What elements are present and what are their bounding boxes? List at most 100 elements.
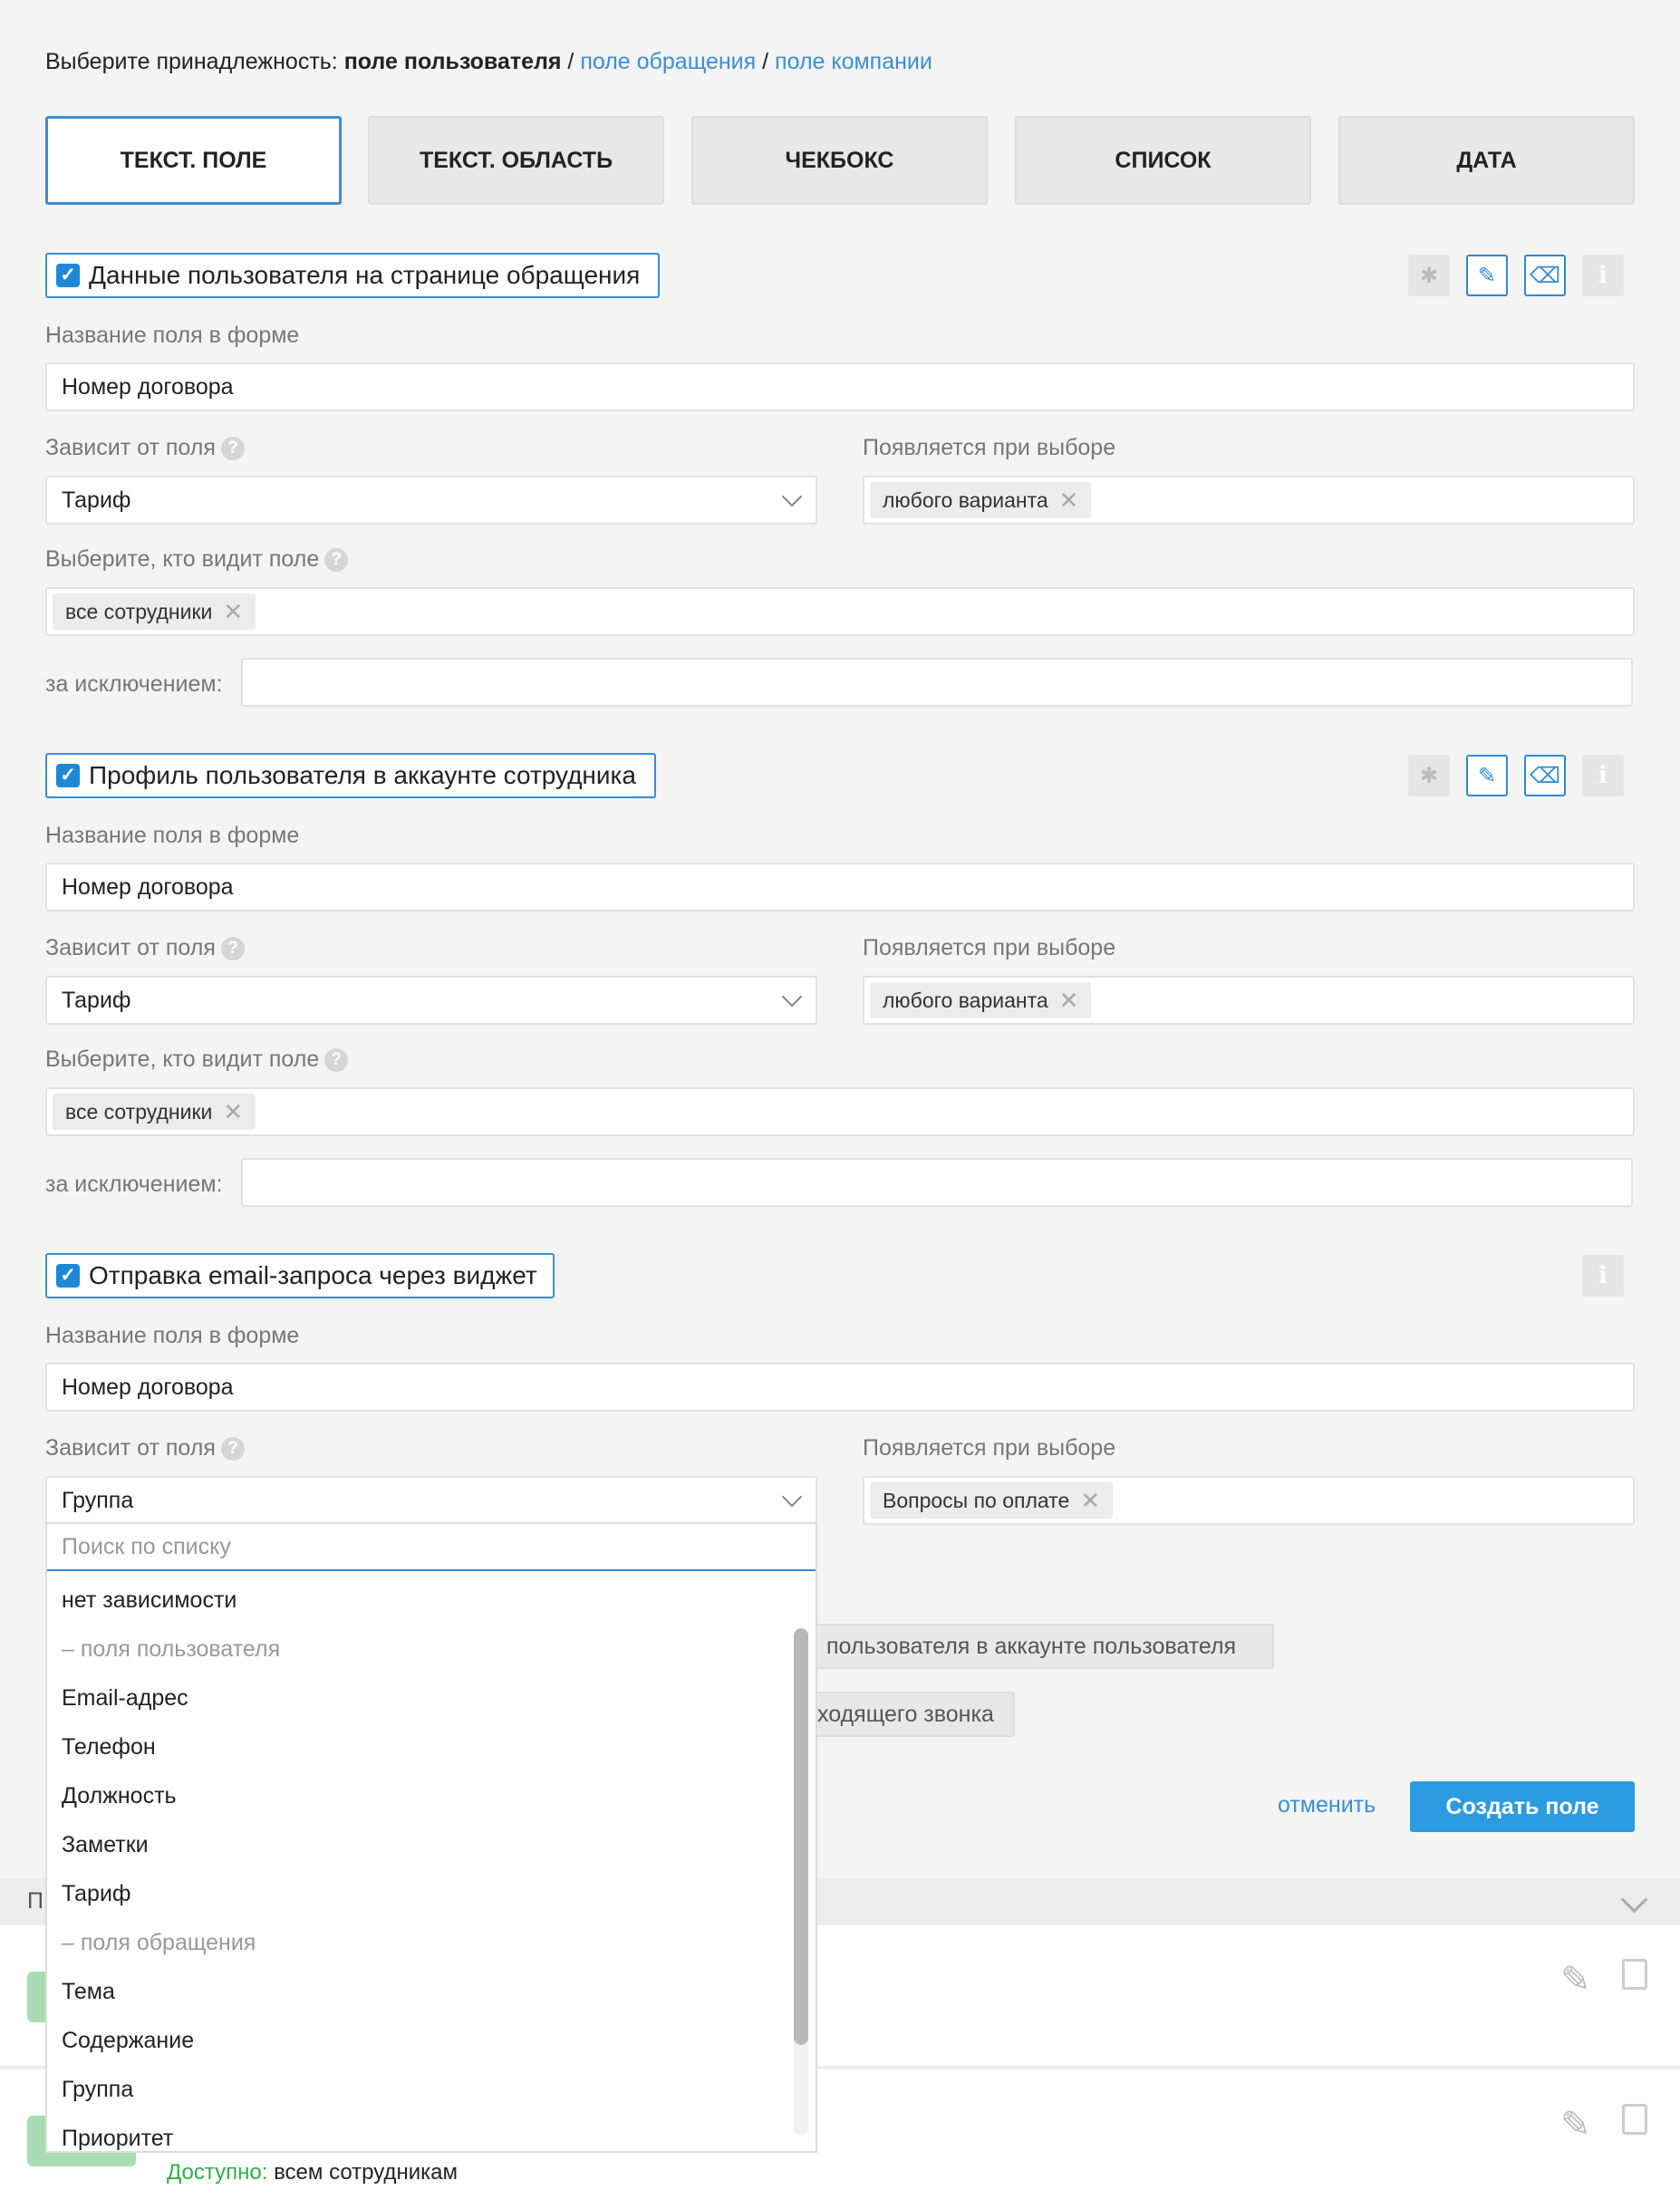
field-name-value: Номер договора xyxy=(62,373,234,400)
dropdown-item[interactable]: Телефон xyxy=(62,1734,156,1760)
separator: / xyxy=(756,49,776,74)
tab-date[interactable]: ДАТА xyxy=(1338,116,1635,205)
checkbox-checked-icon: ✓ xyxy=(56,264,80,287)
dropdown-item[interactable]: Заметки xyxy=(62,1832,149,1858)
dropdown-item[interactable]: Email-адрес xyxy=(62,1685,188,1712)
field-name-value: Номер договора xyxy=(62,873,234,900)
tag-label: все сотрудники xyxy=(65,1099,213,1124)
dropdown-item[interactable]: Группа xyxy=(62,2077,133,2103)
tag-label: любого варианта xyxy=(883,988,1048,1012)
remove-tag-icon[interactable]: ✕ xyxy=(1059,487,1079,515)
dropdown-item[interactable]: Тариф xyxy=(62,1881,131,1907)
cancel-link[interactable]: отменить xyxy=(1278,1792,1376,1818)
trash-icon[interactable] xyxy=(1622,2104,1647,2135)
who-tag-input[interactable]: все сотрудники ✕ xyxy=(45,1087,1635,1136)
depends-value: Группа xyxy=(62,1487,134,1513)
dropdown-group-header: – поля пользователя xyxy=(62,1636,281,1662)
help-icon[interactable]: ? xyxy=(220,1437,245,1461)
appears-tag-input[interactable]: любого варианта ✕ xyxy=(863,976,1635,1025)
except-label: за исключением: xyxy=(45,671,223,697)
create-field-button[interactable]: Создать поле xyxy=(1410,1781,1635,1832)
dropdown-item[interactable]: нет зависимости xyxy=(62,1587,237,1614)
search-input[interactable]: Поиск по списку xyxy=(47,1524,816,1571)
depends-label: Зависит от поля? xyxy=(45,935,245,961)
depends-select[interactable]: Тариф xyxy=(45,476,817,525)
list-header-initial: П xyxy=(27,1888,43,1914)
except-input[interactable] xyxy=(241,658,1633,707)
section-checkbox-ticket-page[interactable]: ✓ Данные пользователя на странице обраще… xyxy=(45,253,660,298)
info-icon[interactable]: i xyxy=(1582,755,1624,796)
field-name-input[interactable]: Номер договора xyxy=(45,1363,1635,1412)
field-name-label: Название поля в форме xyxy=(45,823,300,848)
belonging-link-company[interactable]: поле компании xyxy=(775,49,932,74)
tag-label: Вопросы по оплате xyxy=(883,1488,1070,1512)
who-tag: все сотрудники ✕ xyxy=(53,1094,256,1130)
who-label-text: Выберите, кто видит поле xyxy=(45,546,320,572)
tab-list[interactable]: СПИСОК xyxy=(1015,116,1311,205)
chip-label: ходящего звонка xyxy=(817,1701,994,1727)
remove-tag-icon[interactable]: ✕ xyxy=(223,598,243,626)
available-label: Доступно: xyxy=(167,2160,268,2185)
depends-select[interactable]: Тариф xyxy=(45,976,817,1025)
edit-icon[interactable]: ✎ xyxy=(1560,2104,1591,2146)
who-tag: все сотрудники ✕ xyxy=(53,593,256,630)
tab-label: ЧЕКБОКС xyxy=(785,147,894,173)
appears-tag-input[interactable]: Вопросы по оплате ✕ xyxy=(863,1476,1635,1525)
info-icon[interactable]: i xyxy=(1582,255,1624,296)
section-title: Данные пользователя на странице обращени… xyxy=(89,261,641,289)
remove-tag-icon[interactable]: ✕ xyxy=(223,1098,243,1126)
who-tag-input[interactable]: все сотрудники ✕ xyxy=(45,587,1635,636)
depends-label: Зависит от поля? xyxy=(45,435,245,461)
except-input[interactable] xyxy=(241,1158,1633,1207)
section-checkbox-agent-profile[interactable]: ✓ Профиль пользователя в аккаунте сотруд… xyxy=(45,753,656,798)
dropdown-item[interactable]: Приоритет xyxy=(62,2126,173,2151)
chevron-down-icon xyxy=(781,486,803,507)
edit-pencil-button[interactable]: ✎ xyxy=(1466,255,1508,296)
dropdown-item[interactable]: Содержание xyxy=(62,2028,194,2054)
required-asterisk-button[interactable]: ✱ xyxy=(1408,755,1450,796)
chip-label: пользователя в аккаунте пользователя xyxy=(826,1633,1237,1659)
info-icon[interactable]: i xyxy=(1582,1255,1624,1297)
except-label: за исключением: xyxy=(45,1172,223,1197)
separator: / xyxy=(561,49,581,74)
help-icon[interactable]: ? xyxy=(220,937,245,961)
dropdown-item[interactable]: Должность xyxy=(62,1783,177,1809)
field-name-input[interactable]: Номер договора xyxy=(45,863,1635,912)
appears-label: Появляется при выборе xyxy=(863,935,1116,960)
section-checkbox-email-widget[interactable]: ✓ Отправка email-запроса через виджет xyxy=(45,1253,555,1298)
depends-label-text: Зависит от поля xyxy=(45,1435,216,1461)
field-name-input[interactable]: Номер договора xyxy=(45,362,1635,411)
tab-text-area[interactable]: ТЕКСТ. ОБЛАСТЬ xyxy=(368,116,664,205)
chevron-down-icon xyxy=(781,1486,803,1508)
appears-tag: любого варианта ✕ xyxy=(870,982,1092,1018)
edit-icon[interactable]: ✎ xyxy=(1560,1959,1591,2001)
edit-pencil-button[interactable]: ✎ xyxy=(1466,755,1508,796)
visibility-chip[interactable]: пользователя в аккаунте пользователя xyxy=(779,1624,1274,1669)
eraser-button[interactable]: ⌫ xyxy=(1524,755,1566,796)
remove-tag-icon[interactable]: ✕ xyxy=(1059,987,1079,1015)
belonging-line: Выберите принадлежность: поле пользовате… xyxy=(45,49,932,75)
tab-label: ДАТА xyxy=(1456,147,1517,173)
help-icon[interactable]: ? xyxy=(324,1048,349,1073)
belonging-link-ticket[interactable]: поле обращения xyxy=(580,49,756,74)
help-icon[interactable]: ? xyxy=(324,548,349,573)
scrollbar-thumb[interactable] xyxy=(794,1628,808,2045)
eraser-button[interactable]: ⌫ xyxy=(1524,255,1566,296)
depends-dropdown-menu: Поиск по списку нет зависимости – поля п… xyxy=(45,1522,817,2153)
dropdown-group-header: – поля обращения xyxy=(62,1930,256,1955)
remove-tag-icon[interactable]: ✕ xyxy=(1080,1487,1100,1515)
tab-text-field[interactable]: ТЕКСТ. ПОЛЕ xyxy=(45,116,342,205)
chevron-down-icon xyxy=(781,986,803,1008)
help-icon[interactable]: ? xyxy=(220,437,245,461)
appears-tag-input[interactable]: любого варианта ✕ xyxy=(863,476,1635,525)
tab-label: СПИСОК xyxy=(1115,147,1212,173)
appears-tag: Вопросы по оплате ✕ xyxy=(870,1482,1114,1519)
availability-line: Доступно: всем сотрудникам xyxy=(167,2160,458,2185)
tab-checkbox[interactable]: ЧЕКБОКС xyxy=(691,116,988,205)
required-asterisk-button[interactable]: ✱ xyxy=(1408,255,1450,296)
who-label: Выберите, кто видит поле? xyxy=(45,1047,349,1073)
appears-label: Появляется при выборе xyxy=(863,1435,1116,1461)
dropdown-item[interactable]: Тема xyxy=(62,1979,115,2005)
trash-icon[interactable] xyxy=(1622,1959,1647,1990)
depends-select-open[interactable]: Группа xyxy=(45,1476,817,1525)
